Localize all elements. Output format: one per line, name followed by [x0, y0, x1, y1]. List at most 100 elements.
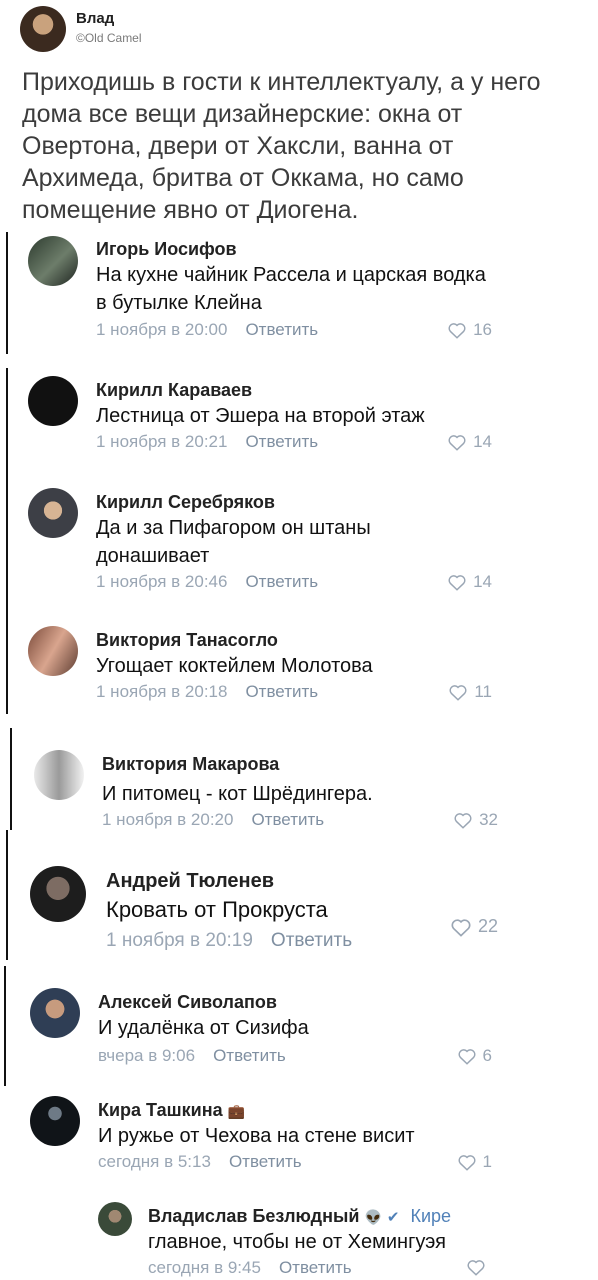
heart-icon [457, 1049, 476, 1065]
comment-author[interactable]: Алексей Сиволапов [98, 992, 277, 1013]
heart-icon [457, 1155, 476, 1171]
comment-text: На кухне чайник Рассела и царская водка … [96, 264, 486, 314]
heart-icon [449, 685, 467, 701]
comment-time[interactable]: 1 ноября в 20:21 [96, 432, 227, 451]
comment-meta: 1 ноября в 20:19 Ответить [106, 930, 352, 952]
reply-button[interactable]: Ответить [229, 1152, 302, 1171]
like-button[interactable]: 14 [447, 572, 492, 592]
comment-meta: вчера в 9:06 Ответить [98, 1046, 286, 1066]
comment-time[interactable]: 1 ноября в 20:20 [102, 810, 233, 829]
comment-text: Лестница от Эшера на второй этаж [96, 405, 425, 427]
comment-time[interactable]: 1 ноября в 20:18 [96, 682, 227, 701]
avatar[interactable] [28, 488, 78, 538]
reply-button[interactable]: Ответить [213, 1046, 286, 1065]
reply-button[interactable]: Ответить [271, 930, 352, 951]
comment-item: Виктория Макарова И питомец - кот Шрёдин… [0, 728, 598, 830]
alien-icon: 👽 [364, 1209, 382, 1225]
avatar[interactable] [28, 376, 78, 426]
like-button[interactable]: 6 [457, 1046, 492, 1066]
avatar[interactable] [28, 626, 78, 676]
comment-meta: сегодня в 5:13 Ответить [98, 1152, 302, 1172]
comment-item: Кирилл Серебряков Да и за Пифагором он ш… [0, 480, 598, 614]
comment-time[interactable]: 1 ноября в 20:19 [106, 930, 253, 951]
comment-item: Игорь Иосифов На кухне чайник Рассела и … [0, 226, 598, 354]
heart-icon [467, 1260, 485, 1276]
comment-time[interactable]: сегодня в 9:45 [148, 1258, 261, 1277]
comment-item: Виктория Танасогло Угощает коктейлем Мол… [0, 614, 598, 714]
comment-author[interactable]: Виктория Танасогло [96, 630, 278, 651]
comment-text: И питомец - кот Шрёдингера. [102, 783, 373, 805]
reply-button[interactable]: Ответить [245, 432, 318, 451]
thread-divider-line [6, 614, 8, 714]
comment-item: Алексей Сиволапов И удалёнка от Сизифа в… [0, 966, 598, 1088]
like-count: 6 [482, 1046, 492, 1065]
comment-author[interactable]: Кирилл Серебряков [96, 492, 275, 513]
thread-divider-line [6, 480, 8, 614]
avatar[interactable] [98, 1202, 132, 1236]
thread-divider-line [10, 728, 12, 830]
briefcase-icon: 💼 [227, 1103, 246, 1119]
like-button[interactable]: 32 [453, 810, 498, 830]
reply-button[interactable]: Ответить [245, 572, 318, 591]
like-button[interactable]: 1 [457, 1152, 492, 1172]
comment-item: Кира Ташкина 💼 И ружье от Чехова на стен… [0, 1088, 598, 1196]
comment-text: И ружье от Чехова на стене висит [98, 1125, 415, 1147]
reply-addressee[interactable]: Кире [410, 1206, 451, 1226]
like-button[interactable]: 22 [450, 916, 498, 937]
verified-icon: ✔ [386, 1209, 400, 1226]
comment-time[interactable]: 1 ноября в 20:00 [96, 320, 227, 339]
comment-author[interactable]: Игорь Иосифов [96, 239, 237, 260]
comment-meta: 1 ноября в 20:00 Ответить [96, 320, 318, 340]
comment-text: главное, чтобы не от Хемингуэя [148, 1231, 446, 1253]
tweet-author-avatar[interactable] [20, 6, 66, 52]
comment-author[interactable]: Кира Ташкина 💼 [98, 1100, 245, 1121]
comment-meta: сегодня в 9:45 Ответить [148, 1258, 352, 1278]
like-count: 16 [473, 320, 492, 339]
tweet-text: Приходишь в гости к интеллектуалу, а у н… [22, 68, 541, 224]
comment-meta: 1 ноября в 20:18 Ответить [96, 682, 318, 702]
comment-author[interactable]: Кирилл Караваев [96, 380, 252, 401]
comment-author[interactable]: Виктория Макарова [102, 754, 279, 775]
thread-divider-line [6, 830, 8, 960]
avatar[interactable] [30, 1096, 80, 1146]
comment-text: Да и за Пифагором он штаны донашивает [96, 517, 371, 567]
reply-button[interactable]: Ответить [245, 320, 318, 339]
tweet-author-handle[interactable]: ©Old Camel [76, 31, 142, 45]
comment-time[interactable]: вчера в 9:06 [98, 1046, 195, 1065]
comment-meta: 1 ноября в 20:20 Ответить [102, 810, 324, 830]
heart-icon [448, 575, 466, 591]
comment-item-nested-reply: Владислав Безлюдный 👽 ✔ Кире главное, чт… [0, 1196, 598, 1280]
comment-text: Кровать от Прокруста [106, 897, 328, 922]
thread-divider-line [4, 966, 6, 1086]
heart-icon [448, 435, 466, 451]
comment-item: Андрей Тюленев Кровать от Прокруста 1 но… [0, 830, 598, 960]
like-button[interactable] [466, 1258, 492, 1276]
like-count: 11 [474, 682, 492, 701]
comment-time[interactable]: 1 ноября в 20:46 [96, 572, 227, 591]
avatar[interactable] [34, 750, 84, 800]
heart-icon [454, 813, 472, 829]
reply-button[interactable]: Ответить [251, 810, 324, 829]
like-button[interactable]: 11 [448, 682, 492, 702]
thread-divider-line [6, 368, 8, 480]
tweet-card: Влад ©Old Camel Приходишь в гости к инте… [0, 0, 598, 226]
avatar[interactable] [30, 866, 86, 922]
like-count: 22 [477, 916, 498, 936]
comment-time[interactable]: сегодня в 5:13 [98, 1152, 211, 1171]
comment-author-name[interactable]: Владислав Безлюдный [148, 1206, 359, 1226]
like-button[interactable]: 14 [447, 432, 492, 452]
heart-icon [448, 323, 466, 339]
like-count: 1 [482, 1152, 492, 1171]
avatar[interactable] [28, 236, 78, 286]
reply-button[interactable]: Ответить [245, 682, 318, 701]
comment-author-name[interactable]: Кира Ташкина [98, 1100, 223, 1120]
tweet-author-name[interactable]: Влад [76, 10, 114, 27]
thread-divider-line [6, 232, 8, 354]
reply-button[interactable]: Ответить [279, 1258, 352, 1277]
like-count: 14 [473, 432, 492, 451]
comment-author: Владислав Безлюдный 👽 ✔ Кире [148, 1206, 451, 1227]
avatar[interactable] [30, 988, 80, 1038]
like-button[interactable]: 16 [447, 320, 492, 340]
comment-text: Угощает коктейлем Молотова [96, 655, 373, 677]
comment-author[interactable]: Андрей Тюленев [106, 870, 274, 893]
